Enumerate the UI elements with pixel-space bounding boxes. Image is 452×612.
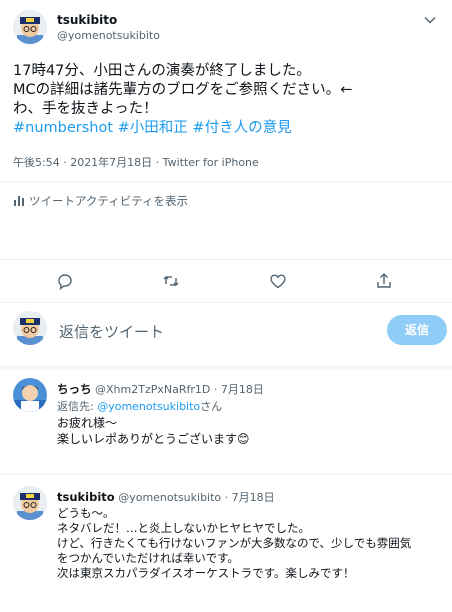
reply-date[interactable]: 7月18日: [232, 491, 275, 504]
reply-author-handle[interactable]: @yomenotsukibito: [118, 491, 221, 504]
reply-text-line: 次は東京スカパラダイスオーケストラです。楽しみです！: [57, 566, 355, 580]
reply-input[interactable]: 返信をツイート: [59, 321, 369, 342]
author-avatar[interactable]: [13, 10, 47, 44]
reply-author-name[interactable]: tsukibito: [57, 490, 115, 504]
tweet-activity-link[interactable]: ツイートアクティビティを表示: [13, 193, 188, 209]
reply-author-handle[interactable]: @Xhm2TzPxNaRfr1D: [95, 383, 210, 396]
share-icon[interactable]: [375, 272, 393, 290]
chevron-down-icon[interactable]: [423, 12, 437, 26]
divider: [0, 365, 452, 370]
reply-separator: ·: [213, 383, 218, 396]
tweet-activity-label: ツイートアクティビティを表示: [29, 194, 189, 208]
reply-text: お疲れ様～ 楽しいレポありがとうございます😊: [57, 415, 250, 447]
divider: [0, 181, 452, 182]
hashtag-link[interactable]: #付き人の意見: [192, 120, 291, 136]
reply-text-line: お疲れ様～: [57, 416, 118, 430]
divider: [0, 474, 452, 475]
reply-text: どうも～。 ネタバレだ！…と炎上しないかヒヤヒヤでした。 けど、行きたくても行け…: [57, 506, 449, 581]
author-handle[interactable]: @yomenotsukibito: [57, 29, 160, 42]
hashtags: #numbershot #小田和正 #付き人の意見: [13, 119, 443, 138]
tweet-text-line: わ、手を抜きよった！: [13, 101, 158, 117]
like-icon[interactable]: [269, 272, 287, 290]
retweet-icon[interactable]: [162, 272, 180, 290]
reply-text-line: ネタバレだ！…と炎上しないかヒヤヒヤでした。: [57, 521, 310, 535]
author-name[interactable]: tsukibito: [57, 13, 117, 27]
stats-icon: [13, 194, 25, 209]
reply-text-line: をつかんでいただければ幸いです。: [57, 551, 239, 565]
reply-date[interactable]: 7月18日: [221, 383, 264, 396]
reply-to-handle-link[interactable]: @yomenotsukibito: [97, 400, 200, 413]
reply-icon[interactable]: [56, 272, 74, 291]
reply-to-line: 返信先: @yomenotsukibitoさん: [57, 398, 222, 414]
reply-author-avatar[interactable]: [13, 486, 47, 520]
reply-text-line: 楽しいレポありがとうございます😊: [57, 432, 250, 446]
current-user-avatar: [13, 311, 47, 345]
reply-button[interactable]: 返信: [387, 315, 447, 345]
tweet-meta[interactable]: 午後5:54 · 2021年7月18日 · Twitter for iPhone: [13, 154, 259, 170]
reply-author-name[interactable]: ちっち: [57, 382, 92, 396]
reply-separator: ·: [224, 491, 229, 504]
tweet-text-line: 17時47分、小田さんの演奏が終了しました。: [13, 63, 311, 79]
reply-header: ちっち @Xhm2TzPxNaRfr1D · 7月18日: [57, 381, 264, 397]
divider: [0, 259, 452, 260]
tweet-text: 17時47分、小田さんの演奏が終了しました。 MCの詳細は諸先輩方のブログをご参…: [13, 62, 443, 138]
reply-text-line: どうも～。: [57, 506, 115, 520]
reply-to-prefix: 返信先:: [57, 400, 98, 413]
divider: [0, 302, 452, 303]
reply-to-suffix: さん: [200, 400, 223, 413]
tweet-text-line: MCの詳細は諸先輩方のブログをご参照ください。←: [13, 82, 353, 98]
hashtag-link[interactable]: #numbershot: [13, 120, 113, 136]
reply-author-avatar[interactable]: [13, 378, 47, 412]
hashtag-link[interactable]: #小田和正: [118, 120, 188, 136]
reply-text-line: けど、行きたくても行けないファンが大多数なので、少しでも雰囲気: [57, 536, 412, 550]
reply-header: tsukibito @yomenotsukibito · 7月18日: [57, 489, 275, 505]
